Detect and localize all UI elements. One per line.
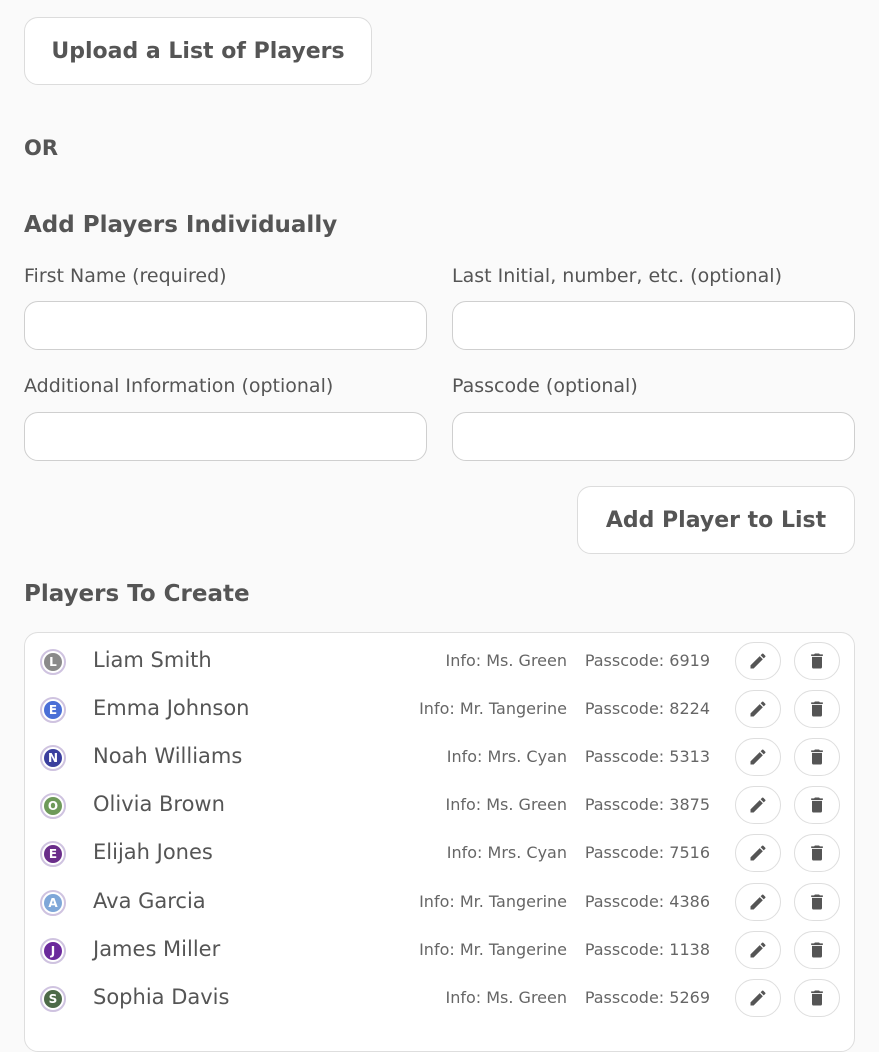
player-avatar-initial: J [44,941,62,960]
delete-player-button[interactable] [794,882,840,921]
pencil-icon [748,747,768,767]
delete-player-button[interactable] [794,642,840,680]
passcode-input[interactable] [452,412,855,461]
trash-icon [807,843,827,863]
pencil-icon [748,940,768,960]
edit-player-button[interactable] [735,834,781,873]
pencil-icon [748,843,768,863]
edit-player-button[interactable] [735,786,781,825]
player-passcode: Passcode: 3875 [584,795,710,815]
edit-player-button[interactable] [735,738,781,777]
player-row: O Olivia Brown Info: Ms. Green Passcode: 38… [25,781,854,829]
player-info: Info: Ms. Green [445,651,567,670]
player-row: A Ava Garcia Info: Mr. Tangerine Passcode: … [25,878,854,926]
additional-info-label: Additional Information (optional) [24,375,334,397]
players-to-create-heading: Players To Create [24,581,250,607]
trash-icon [807,651,827,671]
player-avatar-initial: A [44,893,62,912]
player-name: Elijah Jones [93,840,213,865]
player-avatar: L [40,649,66,675]
player-passcode: Passcode: 1138 [584,939,710,959]
trash-icon [807,940,827,960]
player-avatar: E [40,697,66,724]
last-initial-label: Last Initial, number, etc. (optional) [452,265,782,287]
player-row: L Liam Smith Info: Ms. Green Passcode: 6919 [25,637,854,685]
player-row: J James Miller Info: Mr. Tangerine Passcode… [25,926,854,974]
player-row: N Noah Williams Info: Mrs. Cyan Passcode: 5… [25,733,854,781]
add-player-button[interactable]: Add Player to List [577,486,855,554]
edit-player-button[interactable] [735,978,781,1017]
player-info: Info: Mrs. Cyan [446,843,567,863]
player-passcode: Passcode: 5313 [584,747,710,767]
edit-player-button[interactable] [735,690,781,729]
players-list: L Liam Smith Info: Ms. Green Passcode: 6919… [24,632,855,1052]
player-avatar-initial: N [44,749,62,768]
trash-icon [807,699,827,719]
first-name-input[interactable] [24,301,427,350]
player-passcode: Passcode: 7516 [584,843,710,863]
delete-player-button[interactable] [794,930,840,969]
player-name: Olivia Brown [93,792,225,817]
passcode-label: Passcode (optional) [452,375,638,397]
pencil-icon [748,699,768,719]
player-passcode: Passcode: 8224 [584,699,710,719]
delete-player-button[interactable] [794,834,840,873]
player-name: James Miller [93,936,221,961]
or-divider-label: OR [24,136,59,160]
delete-player-button[interactable] [794,690,840,729]
edit-player-button[interactable] [735,882,781,921]
player-row: E Emma Johnson Info: Mr. Tangerine Passcode… [25,685,854,733]
edit-player-button[interactable] [735,930,781,969]
first-name-label: First Name (required) [24,265,227,287]
upload-list-button[interactable]: Upload a List of Players [24,17,372,85]
delete-player-button[interactable] [794,786,840,825]
delete-player-button[interactable] [794,738,840,777]
player-info: Info: Mrs. Cyan [446,747,567,767]
player-avatar-initial: O [44,797,62,816]
player-avatar-initial: E [44,845,62,864]
additional-info-input[interactable] [24,412,427,461]
player-passcode: Passcode: 5269 [584,987,710,1007]
trash-icon [807,892,827,912]
player-avatar: A [40,889,66,916]
player-avatar: O [40,793,66,820]
player-info: Info: Mr. Tangerine [419,891,567,911]
player-avatar-initial: S [44,989,62,1008]
player-info: Info: Ms. Green [445,795,567,815]
pencil-icon [748,892,768,912]
add-players-heading: Add Players Individually [24,212,338,238]
pencil-icon [748,795,768,815]
player-avatar: E [40,841,66,868]
player-row: S Sophia Davis Info: Ms. Green Passcode: 52… [25,974,854,1022]
player-info: Info: Mr. Tangerine [419,939,567,959]
player-avatar: N [40,745,66,772]
trash-icon [807,795,827,815]
last-initial-input[interactable] [452,301,855,350]
player-info: Info: Ms. Green [445,987,567,1007]
player-avatar-initial: L [44,653,62,671]
player-row: E Elijah Jones Info: Mrs. Cyan Passcode: 75… [25,829,854,877]
player-name: Noah Williams [93,744,243,769]
player-name: Ava Garcia [93,888,206,913]
player-passcode: Passcode: 4386 [584,891,710,911]
trash-icon [807,747,827,767]
player-passcode: Passcode: 6919 [584,651,710,670]
player-name: Sophia Davis [93,984,230,1009]
pencil-icon [748,988,768,1008]
player-avatar: S [40,985,66,1012]
pencil-icon [748,651,768,671]
delete-player-button[interactable] [794,978,840,1017]
player-info: Info: Mr. Tangerine [419,699,567,719]
player-name: Liam Smith [93,648,212,672]
trash-icon [807,988,827,1008]
edit-player-button[interactable] [735,642,781,680]
player-avatar-initial: E [44,701,62,720]
player-avatar: J [40,937,66,964]
player-name: Emma Johnson [93,696,250,721]
